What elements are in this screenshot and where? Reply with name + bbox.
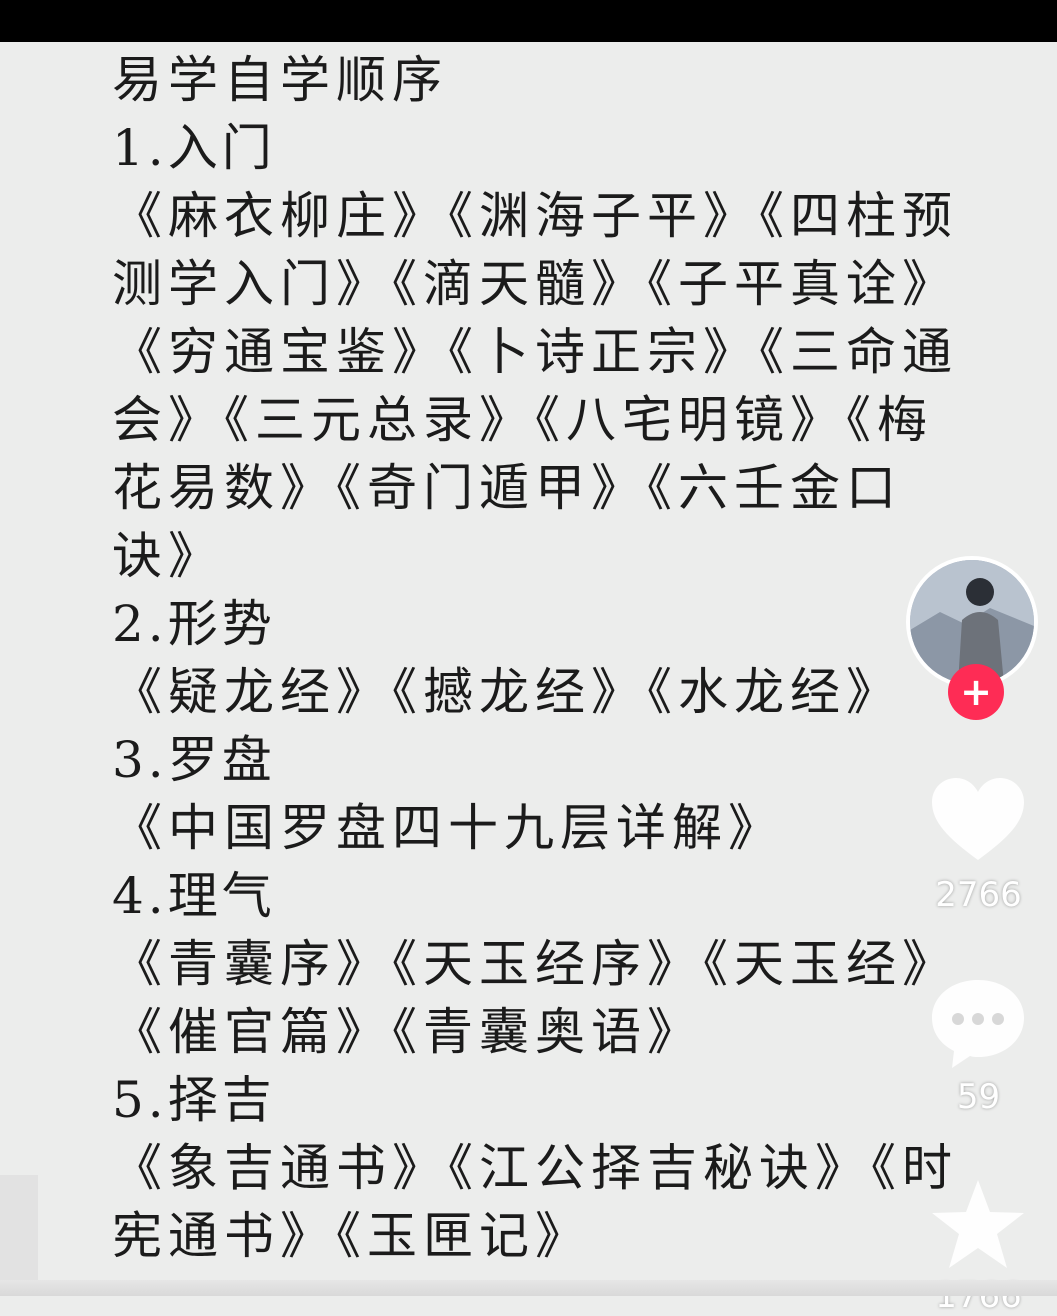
- book-list-line: 诀》: [112, 527, 224, 585]
- like-count: 2766: [935, 875, 1022, 915]
- comment-count: 59: [956, 1077, 1001, 1117]
- section-heading: 3.罗盘: [112, 731, 276, 789]
- star-icon: [932, 1180, 1024, 1268]
- action-rail: + 2766 59 1766: [900, 550, 1057, 1316]
- section-heading: 2.形势: [112, 595, 276, 653]
- book-list-line: 会》《三元总录》《八宅明镜》《梅: [112, 391, 933, 449]
- book-list-line: 测学入门》《滴天髓》《子平真诠》: [112, 255, 958, 313]
- status-bar: [0, 0, 1057, 42]
- follow-button[interactable]: +: [948, 664, 1004, 720]
- section-heading: 5.择吉: [112, 1071, 276, 1129]
- section-heading: 4.理气: [112, 867, 276, 925]
- left-edge-shade: [0, 1175, 38, 1280]
- book-list-line: 《中国罗盘四十九层详解》: [112, 799, 784, 857]
- section-heading: 1.入门: [112, 119, 276, 177]
- book-list-line: 《象吉通书》《江公择吉秘诀》《时: [112, 1139, 958, 1197]
- book-list-line: 《穷通宝鉴》《卜诗正宗》《三命通: [112, 323, 958, 381]
- book-list-line: 花易数》《奇门遁甲》《六壬金口: [112, 459, 902, 517]
- book-list-line: 《催官篇》《青囊奥语》: [112, 1003, 703, 1061]
- comment-button[interactable]: [928, 974, 1028, 1074]
- comment-icon: [932, 980, 1024, 1068]
- book-list-line: 《麻衣柳庄》《渊海子平》《四柱预: [112, 187, 958, 245]
- bottom-caption-strip: [0, 1280, 1057, 1296]
- book-list-line: 《疑龙经》《撼龙经》《水龙经》: [112, 663, 902, 721]
- note-title: 易学自学顺序: [112, 51, 448, 109]
- favorite-button[interactable]: [928, 1176, 1028, 1276]
- like-button[interactable]: [928, 772, 1028, 872]
- book-list-line: 《青囊序》《天玉经序》《天玉经》: [112, 935, 958, 993]
- heart-icon: [932, 778, 1024, 860]
- study-order-note: 易学自学顺序 1.入门 《麻衣柳庄》《渊海子平》《四柱预 测学入门》《滴天髓》《…: [112, 46, 952, 1270]
- book-list-line: 宪通书》《玉匣记》: [112, 1207, 591, 1265]
